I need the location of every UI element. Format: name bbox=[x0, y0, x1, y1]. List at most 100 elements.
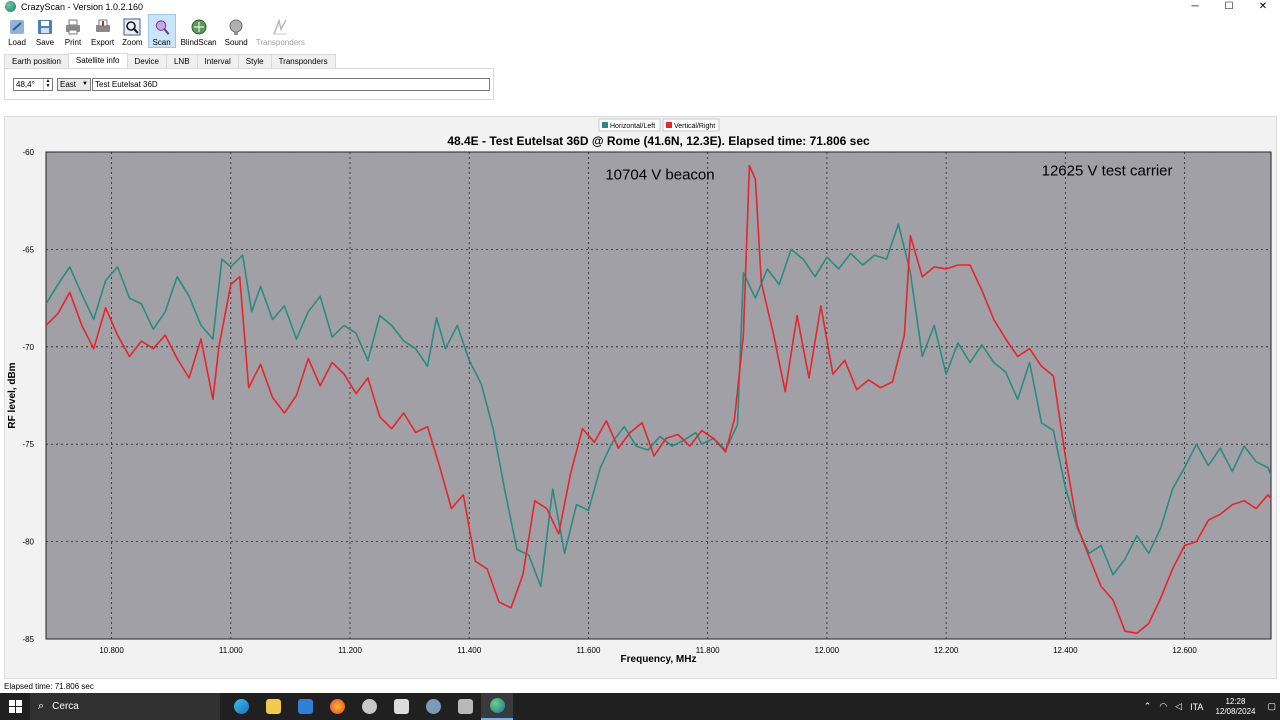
app-7-icon bbox=[425, 699, 441, 714]
load-label: Load bbox=[8, 38, 26, 47]
annotation-label-0: 10704 V beacon bbox=[605, 167, 714, 184]
tab-style[interactable]: Style bbox=[237, 54, 272, 68]
tray-up-chevron-icon[interactable]: ⌃ bbox=[1144, 701, 1152, 712]
legend-label-0: Horizontal/Left bbox=[610, 123, 655, 130]
app-6[interactable] bbox=[385, 693, 417, 720]
tab-earth-position[interactable]: Earth position bbox=[4, 54, 69, 68]
mail-icon bbox=[297, 699, 313, 714]
start-button[interactable] bbox=[0, 693, 30, 720]
save-icon bbox=[38, 20, 52, 34]
chart-title: 48.4E - Test Eutelsat 36D @ Rome (41.6N,… bbox=[447, 134, 870, 148]
crazyscan-taskbar-app[interactable] bbox=[481, 693, 513, 720]
app-7[interactable] bbox=[417, 693, 449, 720]
wifi-icon[interactable]: ◠ bbox=[1159, 701, 1167, 712]
blindscan-icon bbox=[191, 19, 207, 35]
chart-legend: Horizontal/Left Vertical/Right bbox=[598, 118, 720, 132]
satellite-name-input[interactable] bbox=[92, 78, 490, 91]
search-placeholder: Cerca bbox=[52, 701, 79, 712]
clock-date: 12/08/2024 bbox=[1215, 706, 1256, 716]
x-tick-label: 11.200 bbox=[338, 646, 362, 655]
app-5[interactable] bbox=[353, 693, 385, 720]
app-8[interactable] bbox=[449, 693, 481, 720]
legend-swatch-0 bbox=[602, 122, 608, 128]
tab-transponders[interactable]: Transponders bbox=[270, 54, 336, 68]
tab-lnb[interactable]: LNB bbox=[165, 54, 198, 68]
orbital-position-spinner[interactable]: 48,4° ▲ ▼ bbox=[13, 78, 53, 91]
system-tray: ⌃ ◠ ◁ ITA 12:28 12/08/2024 ▢ bbox=[1140, 693, 1280, 720]
clock[interactable]: 12:28 12/08/2024 bbox=[1215, 697, 1255, 717]
y-axis-label: RF level, dBm bbox=[7, 362, 18, 428]
crazyscan-icon bbox=[489, 698, 505, 713]
windows-taskbar: ⌕ Cerca ⌃ ◠ ◁ ITA 12:28 12/08/2024 ▢ bbox=[0, 693, 1280, 720]
direction-select[interactable]: East ▼ bbox=[57, 78, 91, 91]
notifications-icon[interactable]: ▢ bbox=[1267, 701, 1276, 712]
orbital-position-value: 48,4° bbox=[16, 80, 35, 89]
spectrum-chart[interactable]: Horizontal/Left Vertical/Right 48.4E - Te… bbox=[5, 117, 1278, 680]
blindscan-button[interactable]: BlindScan bbox=[178, 14, 220, 48]
print-button[interactable]: Print bbox=[60, 14, 86, 48]
sound-icon bbox=[229, 19, 243, 35]
y-tick-label: -65 bbox=[22, 245, 34, 254]
x-tick-label: 12.200 bbox=[934, 646, 959, 655]
x-tick-label: 12.000 bbox=[815, 646, 840, 655]
settings-tabs: Earth position Satellite info Device LNB… bbox=[4, 53, 336, 68]
x-tick-label: 12.600 bbox=[1172, 646, 1197, 655]
app-5-icon bbox=[361, 699, 377, 714]
blindscan-label: BlindScan bbox=[180, 38, 217, 47]
title-bar: CrazyScan - Version 1.0.2.160 ─ ☐ ✕ bbox=[0, 0, 1280, 13]
satellite-info-panel: 48,4° ▲ ▼ East ▼ bbox=[4, 68, 494, 100]
edge-icon bbox=[233, 699, 249, 714]
spinner-arrows-icon[interactable]: ▲ ▼ bbox=[43, 79, 52, 90]
transponders-button[interactable]: Transponders bbox=[253, 14, 308, 48]
x-tick-label: 10.800 bbox=[99, 646, 124, 655]
windows-logo-icon bbox=[8, 700, 22, 713]
save-button[interactable]: Save bbox=[32, 14, 58, 48]
sound-label: Sound bbox=[224, 38, 248, 47]
scan-button[interactable]: Scan bbox=[147, 14, 176, 48]
x-tick-label: 11.800 bbox=[696, 646, 720, 655]
tab-satellite-info[interactable]: Satellite info bbox=[67, 53, 128, 67]
pinned-apps bbox=[225, 693, 513, 720]
zoom-button[interactable]: Zoom bbox=[119, 14, 145, 48]
close-button[interactable]: ✕ bbox=[1246, 0, 1280, 13]
chevron-down-icon: ▼ bbox=[82, 81, 88, 87]
sound-button[interactable]: Sound bbox=[222, 14, 251, 48]
app-8-icon bbox=[457, 699, 473, 714]
crazyscan-app-icon bbox=[5, 1, 16, 12]
file-explorer-app[interactable] bbox=[257, 693, 289, 720]
legend-swatch-1 bbox=[666, 122, 672, 128]
scan-label: Scan bbox=[152, 38, 171, 47]
mail-app[interactable] bbox=[289, 693, 321, 720]
transponders-label: Transponders bbox=[255, 38, 305, 47]
app-6-icon bbox=[393, 699, 409, 714]
annotation-label-1: 12625 V test carrier bbox=[1042, 163, 1173, 180]
export-button[interactable]: Export bbox=[88, 14, 117, 48]
y-tick-label: -85 bbox=[22, 635, 34, 644]
y-axis-ticks: -60 -65 -70 -75 -80 -85 bbox=[22, 148, 34, 644]
tab-device[interactable]: Device bbox=[126, 54, 167, 68]
volume-icon[interactable]: ◁ bbox=[1175, 701, 1182, 712]
x-tick-label: 11.000 bbox=[219, 646, 243, 655]
folder-icon bbox=[265, 699, 281, 714]
maximize-button[interactable]: ☐ bbox=[1212, 0, 1246, 13]
zoom-icon bbox=[123, 18, 141, 36]
plot-area bbox=[45, 151, 1272, 640]
x-tick-label: 11.600 bbox=[577, 646, 601, 655]
legend-label-1: Vertical/Right bbox=[674, 123, 715, 130]
search-icon: ⌕ bbox=[38, 700, 45, 712]
y-tick-label: -75 bbox=[22, 440, 34, 449]
tab-interval[interactable]: Interval bbox=[196, 54, 239, 68]
edge-app[interactable] bbox=[225, 693, 257, 720]
minimize-button[interactable]: ─ bbox=[1178, 0, 1212, 13]
y-tick-label: -60 bbox=[22, 148, 34, 157]
window-controls: ─ ☐ ✕ bbox=[1178, 0, 1280, 13]
language-indicator[interactable]: ITA bbox=[1190, 702, 1203, 712]
x-axis-label: Frequency, MHz bbox=[621, 654, 697, 665]
x-tick-label: 12.400 bbox=[1053, 646, 1078, 655]
load-button[interactable]: Load bbox=[4, 14, 30, 48]
firefox-app[interactable] bbox=[321, 693, 353, 720]
clock-time: 12:28 bbox=[1225, 696, 1246, 706]
export-label: Export bbox=[91, 38, 115, 47]
toolbar: Load Save Print Export Zoom Scan BlindSc… bbox=[0, 14, 1280, 48]
taskbar-search[interactable]: ⌕ Cerca bbox=[30, 693, 220, 720]
